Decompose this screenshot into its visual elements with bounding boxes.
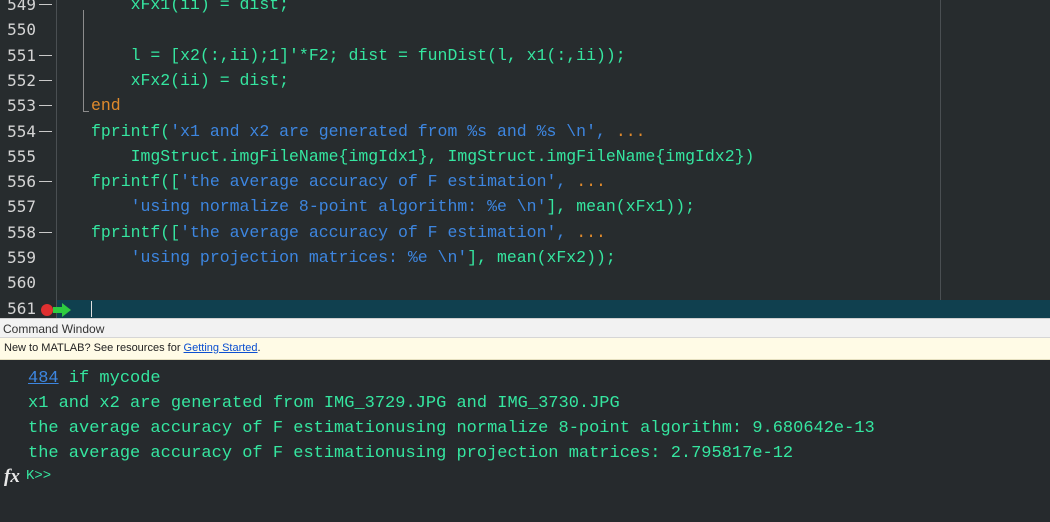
- string-literal: 'the average accuracy of F estimation': [180, 172, 557, 192]
- code-text: fprintf(['the average accuracy of F esti…: [91, 222, 606, 242]
- editor-line[interactable]: 551 l = [x2(:,ii);1]'*F2; dist = funDist…: [0, 43, 1050, 68]
- code-text: l = [x2(:,ii);1]'*F2; dist = funDist(l, …: [91, 45, 626, 65]
- info-text: New to MATLAB? See resources for: [4, 342, 184, 354]
- command-window-console[interactable]: 484 if mycode x1 and x2 are generated fr…: [0, 360, 1050, 522]
- code-text: 'using projection matrices: %e \n'], mea…: [130, 248, 616, 267]
- editor-line[interactable]: 555 ImgStruct.imgFileName{imgIdx1}, ImgS…: [0, 144, 1050, 169]
- line-number: 556: [7, 172, 36, 192]
- breakpoint-dash[interactable]: [39, 181, 52, 183]
- continuation-marker: ...: [615, 121, 646, 141]
- continuation-marker: ...: [576, 222, 606, 242]
- console-text: if mycode: [58, 369, 161, 388]
- editor-line[interactable]: 557 'using normalize 8-point algorithm: …: [0, 194, 1050, 219]
- command-window-title[interactable]: Command Window: [0, 318, 1050, 338]
- right-margin-line: [940, 0, 941, 318]
- editor-line[interactable]: 550: [0, 17, 1050, 42]
- string-literal: 'using normalize 8-point algorithm: %e \…: [130, 197, 547, 217]
- line-number: 558: [7, 222, 36, 242]
- breakpoint-dash[interactable]: [39, 105, 52, 107]
- line-number: 553: [7, 96, 36, 116]
- info-bar: New to MATLAB? See resources for Getting…: [0, 338, 1050, 360]
- editor-line[interactable]: 554 fprintf('x1 and x2 are generated from…: [0, 119, 1050, 144]
- line-number: 554: [7, 121, 36, 141]
- code-text: fprintf(['the average accuracy of F esti…: [91, 172, 606, 192]
- editor-line[interactable]: 558 fprintf(['the average accuracy of F e…: [0, 220, 1050, 245]
- editor-line[interactable]: 556 fprintf(['the average accuracy of F e…: [0, 169, 1050, 194]
- debug-arrow-icon: [53, 303, 71, 317]
- code-text: fprintf('x1 and x2 are generated from %s…: [91, 121, 646, 141]
- code-fold-end-marker: [83, 111, 89, 112]
- code-text: 'using normalize 8-point algorithm: %e \…: [130, 197, 696, 217]
- keyword: end: [91, 96, 121, 116]
- line-number: 557: [7, 197, 36, 217]
- code-fold-line: [83, 10, 84, 112]
- code-editor[interactable]: 549 xFx1(ii) = dist; 550 551 l = [x2(:,ii)…: [0, 0, 1050, 318]
- console-line: 484 if mycode: [28, 366, 161, 391]
- gutter-separator: [56, 0, 57, 318]
- string-literal: 'the average accuracy of F estimation': [180, 222, 557, 242]
- breakpoint-dash[interactable]: [39, 231, 52, 233]
- editor-line[interactable]: 560: [0, 270, 1050, 295]
- line-number: 551: [7, 45, 36, 65]
- code-text: xFx2(ii) = dist;: [91, 70, 290, 90]
- editor-line[interactable]: 559 'using projection matrices: %e \n'],…: [0, 245, 1050, 270]
- breakpoint-dash[interactable]: [39, 130, 52, 132]
- code-text: xFx1(ii) = dist;: [91, 0, 290, 14]
- breakpoint-icon[interactable]: [41, 304, 53, 316]
- code-text: ImgStruct.imgFileName{imgIdx1}, ImgStruc…: [91, 146, 755, 166]
- string-literal: 'using projection matrices: %e \n': [130, 248, 468, 267]
- line-number: 559: [7, 248, 36, 267]
- text-caret: [91, 301, 92, 317]
- line-number: 550: [7, 20, 36, 40]
- line-number: 555: [7, 146, 36, 166]
- command-prompt[interactable]: K>>: [26, 468, 51, 484]
- line-number: 561: [7, 298, 36, 318]
- breakpoint-dash[interactable]: [39, 4, 52, 5]
- continuation-marker: ...: [576, 172, 606, 192]
- console-line: x1 and x2 are generated from IMG_3729.JP…: [28, 394, 620, 413]
- function-browser-icon[interactable]: fx: [4, 466, 20, 488]
- editor-line[interactable]: 549 xFx1(ii) = dist;: [0, 0, 1050, 17]
- console-line: the average accuracy of F estimationusin…: [28, 419, 875, 438]
- code-text: end: [91, 93, 121, 118]
- breakpoint-dash[interactable]: [39, 79, 52, 81]
- current-line-highlight: [57, 300, 1050, 318]
- getting-started-link[interactable]: Getting Started: [184, 342, 258, 354]
- breakpoint-dash[interactable]: [39, 54, 52, 56]
- editor-line[interactable]: 552 xFx2(ii) = dist;: [0, 68, 1050, 93]
- line-number-link[interactable]: 484: [28, 369, 59, 388]
- line-number: 549: [7, 0, 36, 14]
- editor-line[interactable]: 553 end: [0, 93, 1050, 118]
- console-line: the average accuracy of F estimationusin…: [28, 444, 794, 463]
- string-literal: 'x1 and x2 are generated from %s and %s …: [170, 121, 596, 141]
- line-number: 560: [7, 273, 36, 293]
- line-number: 552: [7, 70, 36, 90]
- info-suffix: .: [257, 342, 261, 354]
